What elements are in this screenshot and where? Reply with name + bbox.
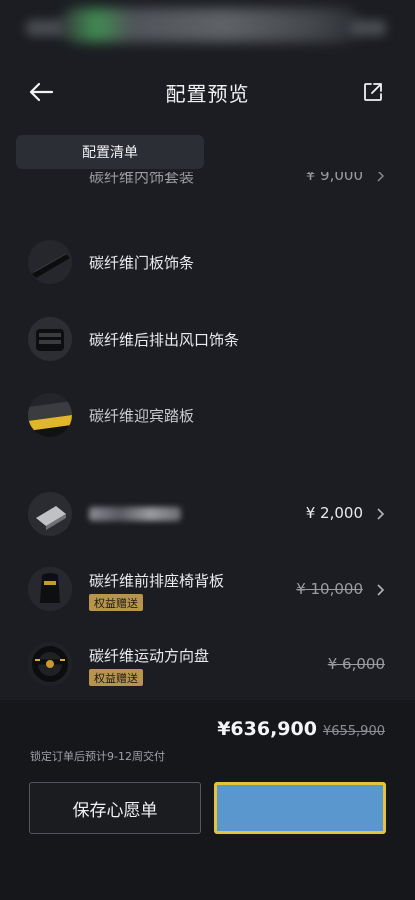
carbon-trim-image bbox=[28, 240, 72, 284]
item-name-blurred bbox=[89, 507, 181, 521]
list-item[interactable]: 碳纤维内饰套装 ¥ 9,000 bbox=[0, 172, 415, 198]
tab-bar: 配置清单 bbox=[16, 135, 399, 169]
total-price: ¥636,900 bbox=[217, 718, 317, 740]
accessory-image bbox=[28, 492, 72, 536]
status-icons-blurred bbox=[350, 20, 386, 36]
list-item[interactable]: 碳纤维后排出风口饰条 bbox=[0, 315, 415, 363]
item-price: ¥ 9,000 bbox=[305, 172, 363, 184]
config-item-list: 碳纤维内饰套装 ¥ 9,000 碳纤维门板饰条 碳纤维后排出风口饰条 碳纤维迎宾… bbox=[0, 172, 415, 700]
list-item[interactable]: 碳纤维迎宾踏板 bbox=[0, 391, 415, 439]
chevron-right-icon[interactable] bbox=[373, 172, 387, 183]
list-item[interactable]: ¥ 2,000 bbox=[0, 490, 415, 538]
share-button[interactable] bbox=[356, 76, 390, 108]
item-price: ¥ 2,000 bbox=[305, 504, 363, 522]
item-name: 碳纤维门板饰条 bbox=[89, 254, 195, 272]
item-thumbnail bbox=[28, 317, 72, 361]
item-name: 碳纤维内饰套装 bbox=[89, 172, 195, 186]
tab-config-list[interactable]: 配置清单 bbox=[16, 135, 204, 169]
total-price-row: ¥636,900 ¥655,900 bbox=[217, 718, 385, 740]
item-thumbnail bbox=[28, 393, 72, 437]
vent-trim-image bbox=[28, 317, 72, 361]
item-thumbnail bbox=[28, 240, 72, 284]
item-name: 碳纤维运动方向盘 bbox=[89, 647, 210, 665]
item-thumbnail bbox=[28, 492, 72, 536]
item-name: 碳纤维后排出风口饰条 bbox=[89, 331, 240, 349]
gift-badge: 权益赠送 bbox=[89, 669, 143, 686]
save-wishlist-button[interactable]: 保存心愿单 bbox=[29, 782, 201, 834]
order-summary-panel: ¥636,900 ¥655,900 锁定订单后预计9-12周交付 保存心愿单 bbox=[0, 700, 415, 900]
list-item[interactable]: 碳纤维门板饰条 bbox=[0, 238, 415, 286]
share-icon bbox=[364, 83, 382, 101]
original-price: ¥655,900 bbox=[322, 724, 385, 739]
item-thumbnail bbox=[28, 567, 72, 611]
item-price: ¥ 6,000 bbox=[327, 655, 385, 673]
list-item[interactable]: 碳纤维前排座椅背板 权益赠送 ¥ 10,000 bbox=[0, 564, 415, 614]
page-title: 配置预览 bbox=[165, 82, 250, 106]
primary-action-button[interactable] bbox=[214, 782, 386, 834]
list-item[interactable]: 碳纤维运动方向盘 权益赠送 ¥ 6,000 bbox=[0, 639, 415, 689]
tab-second[interactable] bbox=[208, 135, 396, 169]
seat-back-image bbox=[28, 567, 72, 611]
item-name: 碳纤维前排座椅背板 bbox=[89, 572, 225, 590]
item-name: 碳纤维迎宾踏板 bbox=[89, 407, 195, 425]
chevron-right-icon[interactable] bbox=[373, 583, 387, 597]
door-sill-image bbox=[28, 393, 72, 437]
steering-wheel-image bbox=[28, 642, 72, 686]
status-bar bbox=[0, 0, 415, 60]
delivery-estimate: 锁定订单后预计9-12周交付 bbox=[30, 750, 165, 763]
status-notification-blurred bbox=[60, 8, 360, 42]
item-price: ¥ 10,000 bbox=[296, 580, 363, 598]
header: 配置预览 bbox=[0, 64, 415, 120]
chevron-right-icon[interactable] bbox=[373, 507, 387, 521]
gift-badge: 权益赠送 bbox=[89, 594, 143, 611]
item-thumbnail bbox=[28, 642, 72, 686]
